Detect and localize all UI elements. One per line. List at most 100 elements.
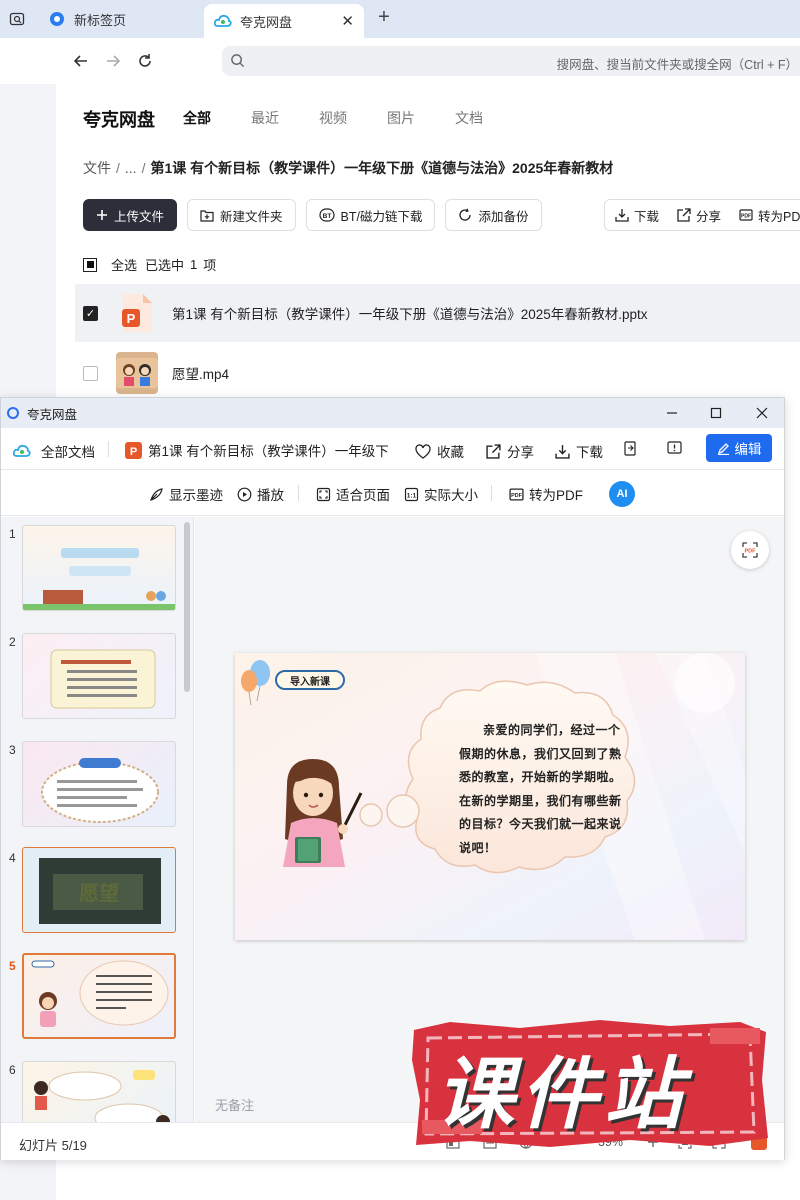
upload-label: 上传文件 — [114, 209, 165, 224]
ai-assistant-button[interactable]: AI — [609, 481, 635, 507]
to-pdf-label: 转为PDF — [529, 488, 583, 503]
folder-plus-icon — [200, 209, 214, 222]
tab-recent[interactable]: 最近 — [251, 108, 279, 128]
file-row[interactable]: 愿望.mp4 — [75, 344, 800, 402]
actual-size-button[interactable]: 1:1 实际大小 — [404, 484, 478, 504]
current-slide: 导入新课 亲爱的同学们，经过一个假期的休息，我们又回到了熟悉的教室，开始新的学期… — [235, 653, 745, 940]
actual-size-icon: 1:1 — [404, 487, 419, 502]
edit-label: 编辑 — [734, 442, 762, 457]
minimize-icon[interactable] — [663, 404, 681, 422]
all-docs-link[interactable]: 全部文档 — [13, 441, 95, 461]
to-pdf-label: 转为PDF — [758, 209, 800, 224]
fit-page-icon — [316, 487, 331, 502]
edit-button[interactable]: 编辑 — [706, 434, 772, 462]
plus-icon — [96, 209, 108, 221]
new-tab-button[interactable]: + — [372, 6, 396, 29]
sidebar-toggle-icon[interactable] — [6, 8, 28, 30]
share-label: 分享 — [507, 445, 534, 460]
share-icon — [677, 208, 691, 222]
slide-thumbnail-current[interactable] — [22, 953, 176, 1039]
share-icon — [486, 443, 501, 459]
favorite-button[interactable]: 收藏 — [415, 441, 464, 461]
close-icon[interactable] — [753, 404, 771, 422]
selected-count: 1 — [190, 257, 198, 272]
tab-docs[interactable]: 文档 — [455, 108, 483, 128]
viewer-window-title: 夸克网盘 — [27, 407, 78, 422]
video-thumbnail — [116, 352, 158, 394]
quark-cloud-icon — [214, 12, 232, 30]
forward-arrow-icon[interactable] — [102, 50, 124, 72]
file-checkbox[interactable]: ✓ — [83, 305, 98, 321]
fit-page-button[interactable]: 适合页面 — [316, 484, 390, 504]
pptx-file-icon: P — [116, 292, 158, 334]
tab-image[interactable]: 图片 — [387, 108, 415, 128]
doc-title-label: 第1课 有个新目标（教学课件）一年级下 — [148, 444, 389, 459]
breadcrumb-ellipsis[interactable]: ... — [125, 160, 137, 176]
cloud-icon — [13, 444, 31, 458]
select-all-checkbox[interactable] — [83, 257, 97, 272]
tab-video[interactable]: 视频 — [319, 108, 347, 128]
pdf-float-button[interactable]: PDF — [731, 531, 769, 569]
file-row[interactable]: ✓ P 第1课 有个新目标（教学课件）一年级下册《道德与法治》2025年春新教材… — [75, 284, 800, 342]
share-button[interactable]: 分享 — [486, 441, 534, 461]
all-docs-label: 全部文档 — [41, 445, 95, 460]
feedback-icon[interactable] — [667, 441, 682, 459]
bt-download-button[interactable]: BT BT/磁力链下载 — [305, 199, 436, 231]
tab-new-tab[interactable]: 新标签页 — [38, 4, 198, 34]
tab-quark-pan[interactable]: 夸克网盘 ✕ — [204, 4, 364, 38]
new-tab-icon — [48, 10, 66, 28]
download-action[interactable]: 下载 — [615, 206, 659, 225]
slide-thumbnail[interactable] — [22, 633, 176, 719]
thumbnail-number: 1 — [9, 527, 16, 541]
file-name: 愿望.mp4 — [172, 367, 230, 382]
select-all-label[interactable]: 全选 — [111, 255, 137, 274]
to-pdf-action[interactable]: PDF 转为PDF — [739, 206, 800, 225]
selected-unit: 项 — [203, 258, 217, 273]
file-toolbar: 上传文件 新建文件夹 BT BT/磁力链下载 添加备份 — [83, 199, 552, 231]
slide-thumbnail[interactable] — [22, 1061, 176, 1122]
svg-text:PDF: PDF — [745, 549, 757, 555]
heart-icon — [415, 443, 431, 459]
favorite-label: 收藏 — [437, 445, 464, 460]
download-icon — [615, 208, 629, 222]
file-name: 第1课 有个新目标（教学课件）一年级下册《道德与法治》2025年春新教材.ppt… — [172, 307, 648, 322]
pan-title: 夸克网盘 — [83, 110, 155, 130]
download-button[interactable]: 下载 — [555, 441, 603, 461]
download-icon — [555, 444, 570, 459]
breadcrumb-root[interactable]: 文件 — [83, 160, 111, 176]
tab-all[interactable]: 全部 — [183, 108, 211, 128]
browser-navbar: 搜网盘、搜当前文件夹或搜全网（Ctrl + F） — [0, 38, 800, 84]
reload-icon[interactable] — [134, 50, 156, 72]
selection-actions: 下载 分享 PDF 转为PDF — [604, 199, 800, 231]
svg-text:1:1: 1:1 — [407, 492, 417, 499]
selection-row: 全选 已选中 1 项 — [83, 255, 216, 274]
feather-icon — [149, 487, 164, 502]
svg-text:PDF: PDF — [741, 214, 751, 220]
new-folder-button[interactable]: 新建文件夹 — [187, 199, 296, 231]
back-arrow-icon[interactable] — [70, 50, 92, 72]
thumbnail-number: 6 — [9, 1063, 16, 1077]
divider — [298, 485, 299, 501]
play-button[interactable]: 播放 — [237, 484, 284, 504]
show-ink-button[interactable]: 显示墨迹 — [149, 484, 223, 504]
download-label: 下载 — [576, 445, 603, 460]
maximize-icon[interactable] — [707, 404, 725, 422]
thumbnail-scrollbar[interactable] — [184, 522, 190, 692]
address-bar[interactable]: 搜网盘、搜当前文件夹或搜全网（Ctrl + F） — [222, 46, 800, 76]
pptx-icon: P — [125, 441, 142, 459]
svg-text:愿望: 愿望 — [79, 881, 119, 905]
file-checkbox[interactable] — [83, 365, 98, 381]
upload-button[interactable]: 上传文件 — [83, 199, 178, 231]
svg-text:PDF: PDF — [511, 493, 522, 499]
show-ink-label: 显示墨迹 — [169, 488, 223, 503]
share-action[interactable]: 分享 — [677, 206, 721, 225]
close-tab-icon[interactable]: ✕ — [341, 12, 354, 30]
pdf-icon: PDF — [509, 487, 524, 502]
export-icon[interactable] — [623, 441, 637, 459]
to-pdf-button[interactable]: PDF 转为PDF — [509, 484, 583, 504]
add-backup-button[interactable]: 添加备份 — [445, 199, 542, 231]
slide-thumbnail[interactable] — [22, 525, 176, 611]
slide-counter: 幻灯片 5/19 — [19, 1138, 87, 1153]
slide-thumbnail[interactable] — [22, 741, 176, 827]
slide-thumbnail[interactable]: 愿望 — [22, 847, 176, 933]
